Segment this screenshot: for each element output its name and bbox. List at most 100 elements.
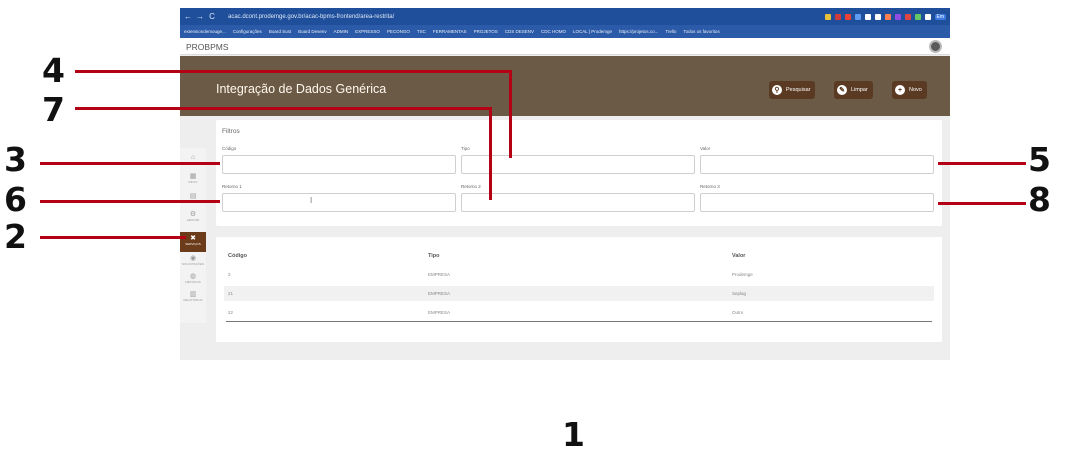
rail-item-gestor[interactable]: ⚙ GESTOR (182, 210, 204, 222)
bookmark-all[interactable]: Todos os favoritos (683, 29, 719, 34)
eraser-icon: ✎ (837, 85, 847, 95)
bookmark[interactable]: PECONGO (387, 29, 410, 34)
bookmark[interactable]: extensiondemouge... (184, 29, 226, 34)
retorno3-label: Retorno 3 (700, 184, 720, 189)
metrics-icon: ◍ (189, 273, 197, 280)
search-button[interactable]: ⚲ Pesquisar (769, 81, 816, 99)
cell-codigo: 21 (228, 291, 234, 296)
extensions-bar: Em (824, 13, 946, 20)
extension-icon[interactable] (834, 13, 841, 20)
callout-line-4 (75, 70, 511, 73)
callout-line-8 (938, 202, 1026, 205)
callout-2: 2 (4, 217, 27, 256)
clear-button-label: Limpar (851, 87, 868, 93)
callout-1: 1 (562, 415, 585, 454)
dashboard-icon: ▦ (189, 173, 197, 180)
filters-card: Filtros Código Tipo Valor Retorno 1 I Re… (216, 120, 942, 226)
column-header-codigo[interactable]: Código (228, 253, 247, 259)
browser-window: ← → C acac.dcont.prodemge.gov.br/acac-bp… (180, 8, 950, 360)
back-icon[interactable]: ← (184, 12, 192, 21)
bookmark[interactable]: LOCAL | Prodemge (573, 29, 612, 34)
column-header-valor[interactable]: Valor (732, 253, 745, 259)
search-icon: ⚲ (772, 85, 782, 95)
valor-input[interactable] (700, 155, 934, 174)
cell-codigo: 2 (228, 272, 231, 277)
bookmark[interactable]: https://projetos.co... (619, 29, 658, 34)
callout-line-7 (75, 107, 491, 110)
app-name[interactable]: PROBPMS (186, 42, 229, 52)
callout-7: 7 (42, 90, 65, 129)
bookmark[interactable]: Trello (665, 29, 676, 34)
cell-valor: Outro (732, 310, 744, 315)
gear-icon: ⚙ (189, 211, 197, 218)
callout-line-7-v (489, 107, 492, 200)
extension-icon[interactable] (914, 13, 921, 20)
codigo-input[interactable] (222, 155, 456, 174)
bookmark[interactable]: TSC (417, 29, 426, 34)
table-row[interactable]: 21 EMPRESA Seplag (224, 286, 934, 301)
tipo-input[interactable] (461, 155, 695, 174)
bookmark[interactable]: ADMIN (334, 29, 349, 34)
rail-item-list[interactable]: ▤ (182, 192, 204, 200)
sidebar-icon[interactable] (924, 13, 931, 20)
app-bar: PROBPMS (180, 38, 950, 55)
retorno2-input[interactable] (461, 193, 695, 212)
cell-valor: Seplag (732, 291, 747, 296)
reload-icon[interactable]: C (208, 12, 216, 21)
rail-item-solicitacoes[interactable]: ◉ SOLICITAÇÕES (182, 254, 204, 266)
rail-item-relatorios[interactable]: ▥ RELATÓRIOS (182, 290, 204, 302)
extension-icon[interactable] (854, 13, 861, 20)
codigo-label: Código (222, 146, 237, 151)
star-icon[interactable] (824, 13, 831, 20)
callout-line-2 (40, 236, 186, 239)
callout-line-3 (40, 162, 220, 165)
callout-line-4-v (509, 70, 512, 158)
page-title: Integração de Dados Genérica (216, 82, 387, 96)
callout-3: 3 (4, 140, 27, 179)
table-row[interactable]: 2 EMPRESA Prodemge (224, 267, 934, 282)
rail-item-home[interactable]: ⌂ (182, 154, 204, 161)
extension-icon[interactable] (904, 13, 911, 20)
extension-icon[interactable] (844, 13, 851, 20)
list-icon: ▤ (189, 193, 197, 200)
bookmark[interactable]: CDC HOMO (541, 29, 566, 34)
browser-toolbar: ← → C acac.dcont.prodemge.gov.br/acac-bp… (180, 8, 950, 25)
cell-valor: Prodemge (732, 272, 753, 277)
eye-icon: ◉ (189, 255, 197, 262)
text-cursor-icon: I (310, 196, 313, 205)
retorno1-input[interactable] (222, 193, 456, 212)
new-button[interactable]: + Novo (892, 81, 927, 99)
bookmark[interactable]: Board Sust (269, 29, 291, 34)
address-bar[interactable]: acac.dcont.prodemge.gov.br/acac-bpms-fro… (228, 14, 394, 20)
clear-button[interactable]: ✎ Limpar (834, 81, 873, 99)
callout-5: 5 (1028, 140, 1051, 179)
rail-item-inicio[interactable]: ▦ INÍCIO (182, 172, 204, 184)
avatar[interactable] (929, 40, 942, 53)
cell-tipo: EMPRESA (428, 310, 451, 315)
table-divider (226, 321, 932, 322)
callout-4: 4 (42, 51, 65, 90)
callout-8: 8 (1028, 180, 1051, 219)
annotated-screenshot: ← → C acac.dcont.prodemge.gov.br/acac-bp… (0, 0, 1067, 458)
extension-icon[interactable] (894, 13, 901, 20)
bookmark[interactable]: FERRAMENTAS (433, 29, 467, 34)
bookmark[interactable]: Configurações (233, 29, 262, 34)
extension-icon[interactable] (884, 13, 891, 20)
cell-tipo: EMPRESA (428, 272, 451, 277)
profile-button[interactable]: Em (934, 13, 946, 20)
bookmark[interactable]: Board Desenv (298, 29, 327, 34)
bookmark[interactable]: CDS DESENV (505, 29, 534, 34)
bookmark[interactable]: EXPRESSO (355, 29, 380, 34)
table-row[interactable]: 22 EMPRESA Outro (224, 305, 934, 320)
forward-icon[interactable]: → (196, 12, 204, 21)
retorno2-label: Retorno 2 (461, 184, 481, 189)
column-header-tipo[interactable]: Tipo (428, 253, 440, 259)
retorno3-input[interactable] (700, 193, 934, 212)
rail-item-metricas[interactable]: ◍ MÉTRICAS (182, 272, 204, 284)
extension-icon[interactable] (874, 13, 881, 20)
callout-6: 6 (4, 180, 27, 219)
extension-icon[interactable] (864, 13, 871, 20)
bookmarks-bar: extensiondemouge... Configurações Board … (180, 25, 950, 38)
bookmark[interactable]: PROJETOS (474, 29, 498, 34)
valor-label: Valor (700, 146, 711, 151)
